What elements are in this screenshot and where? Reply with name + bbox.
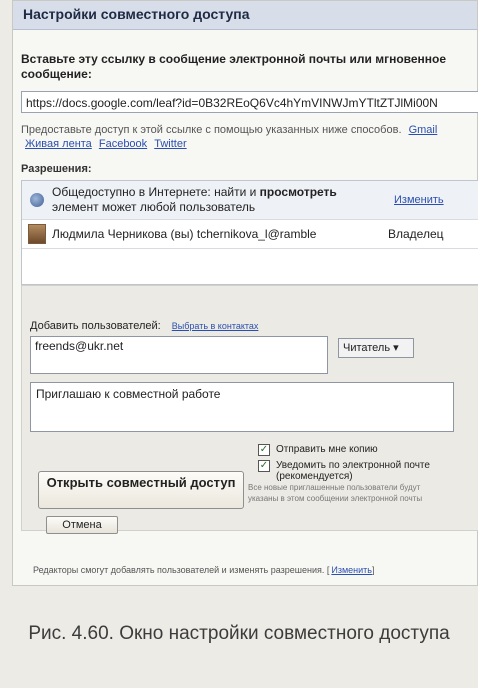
change-visibility-link[interactable]: Изменить (394, 194, 444, 206)
share-options: Предоставьте доступ к этой ссылке с помо… (21, 123, 473, 151)
chevron-down-icon: ▾ (393, 342, 399, 354)
share-intro-text: Предоставьте доступ к этой ссылке с помо… (21, 124, 402, 136)
share-button[interactable]: Открыть совместный доступ (38, 471, 244, 509)
owner-name: Людмила Черникова (вы) tchernikova_l@ram… (52, 227, 317, 241)
footer-note: Редакторы смогут добавлять пользователей… (33, 565, 375, 575)
notify-note: Все новые приглашенные пользователи буду… (248, 483, 423, 503)
twitter-link[interactable]: Twitter (154, 138, 186, 150)
owner-role: Владелец (388, 227, 444, 241)
permissions-label: Разрешения: (21, 163, 92, 175)
avatar (28, 224, 46, 244)
permission-owner-row: Людмила Черникова (вы) tchernikova_l@ram… (22, 220, 478, 249)
notify-option[interactable]: ✓ Уведомить по электронной почте (рекоме… (258, 460, 458, 482)
public-permission-text: Общедоступно в Интернете: найти и просмо… (52, 185, 337, 214)
gmail-link[interactable]: Gmail (409, 124, 438, 136)
role-select[interactable]: Читатель ▾ (338, 338, 414, 358)
live-feed-link[interactable]: Живая лента (25, 138, 92, 150)
add-users-label: Добавить пользователей: (30, 320, 161, 332)
dialog-title: Настройки совместного доступа (13, 1, 477, 30)
instruction-text: Вставьте эту ссылку в сообщение электрон… (21, 52, 447, 81)
change-editors-link[interactable]: Изменить (331, 565, 372, 575)
send-copy-label: Отправить мне копию (276, 444, 378, 455)
add-users-section: Добавить пользователей: Выбрать в контак… (21, 285, 478, 534)
pick-contacts-link[interactable]: Выбрать в контактах (172, 321, 259, 331)
permission-public-row: Общедоступно в Интернете: найти и просмо… (22, 181, 478, 220)
share-settings-dialog: Настройки совместного доступа Вставьте э… (12, 0, 478, 586)
send-copy-option[interactable]: ✓ Отправить мне копию (258, 444, 378, 456)
notify-label: Уведомить по электронной почте (рекоменд… (276, 460, 430, 482)
globe-icon (30, 193, 44, 207)
notify-checkbox[interactable]: ✓ (258, 460, 270, 472)
message-input[interactable]: Приглашаю к совместной работе (30, 382, 454, 432)
facebook-link[interactable]: Facebook (99, 138, 147, 150)
figure-caption: Рис. 4.60. Окно настройки совместного до… (28, 623, 450, 644)
permissions-list: Общедоступно в Интернете: найти и просмо… (21, 180, 478, 285)
email-input[interactable]: freends@ukr.net (30, 336, 328, 374)
share-link-field[interactable]: https://docs.google.com/leaf?id=0B32REoQ… (21, 91, 478, 113)
send-copy-checkbox[interactable]: ✓ (258, 444, 270, 456)
cancel-button[interactable]: Отмена (46, 516, 118, 534)
add-users-row: Добавить пользователей: Выбрать в контак… (30, 320, 470, 332)
